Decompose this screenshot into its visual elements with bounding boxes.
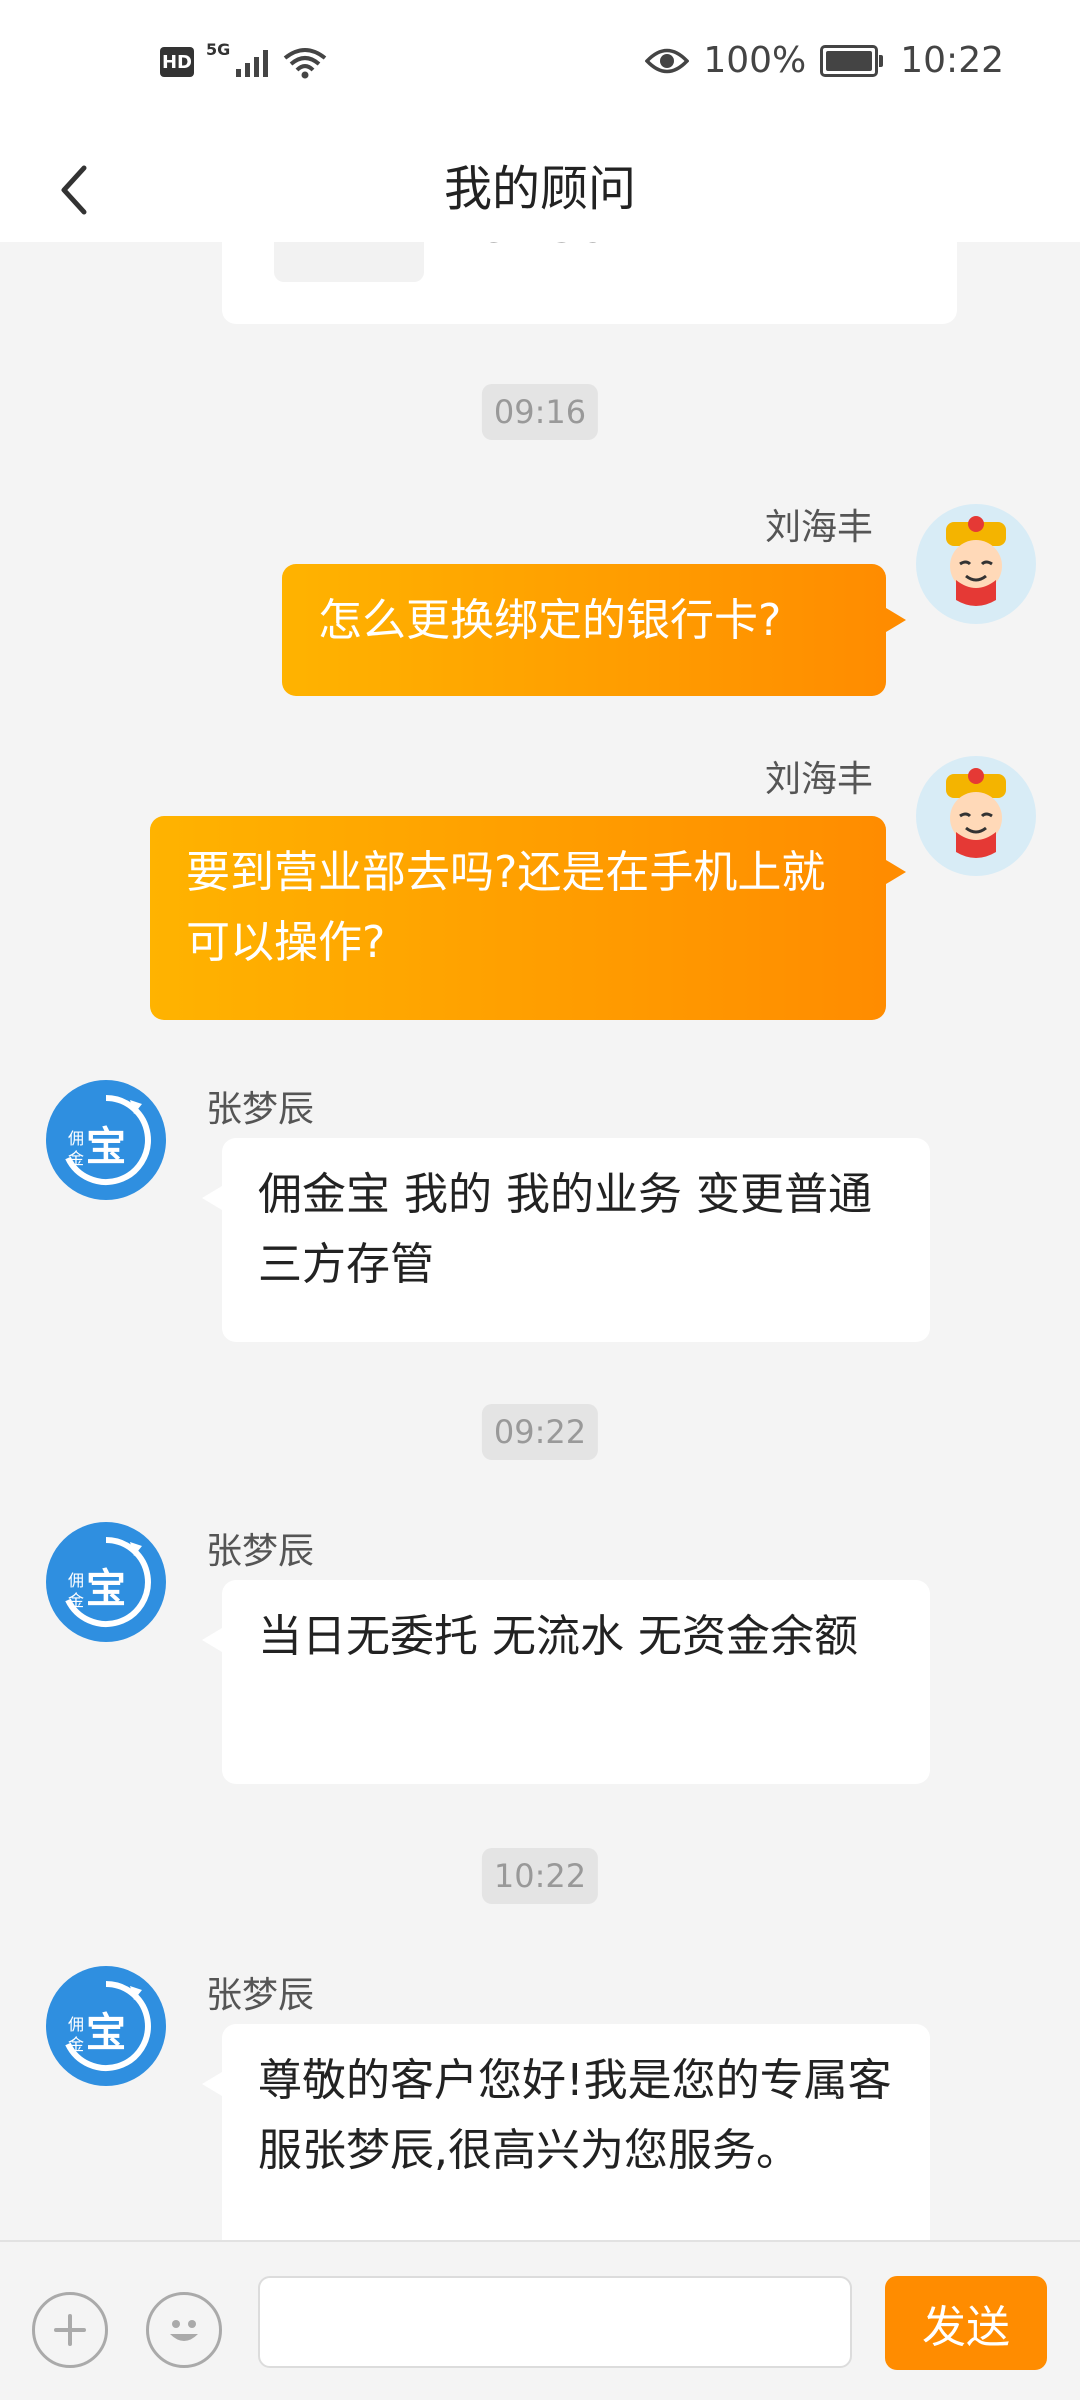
- timestamp: 10:22: [481, 1848, 599, 1904]
- status-right-group: 100% 10:22: [645, 40, 1004, 81]
- message-bubble-in[interactable]: 佣金宝 我的 我的业务 变更普通三方存管: [202, 1138, 930, 1342]
- file-thumbnail: [274, 242, 424, 282]
- sender-name: 张梦辰: [206, 1089, 315, 1130]
- signal-icon: [236, 47, 269, 77]
- advisor-avatar[interactable]: 佣 金 宝: [46, 1080, 166, 1200]
- clock: 10:22: [900, 40, 1004, 81]
- advisor-avatar[interactable]: 佣 金 宝: [46, 1966, 166, 2086]
- battery-icon: [820, 44, 884, 77]
- advisor-logo-icon: 佣 金 宝: [65, 1537, 151, 1627]
- chat-area[interactable]: 287.56KB 09:16 刘海丰 怎么更换绑定的银行卡? 刘海丰 要到营业部…: [0, 242, 1080, 2240]
- svg-text:宝: 宝: [86, 2010, 126, 2056]
- page-title: 我的顾问: [443, 161, 636, 217]
- sender-name: 张梦辰: [206, 1531, 315, 1572]
- advisor-logo-icon: 佣 金 宝: [65, 1095, 151, 1185]
- advisor-avatar[interactable]: 佣 金 宝: [46, 1522, 166, 1642]
- sender-name: 张梦辰: [206, 1975, 315, 2016]
- message-bubble-out[interactable]: 要到营业部去吗?还是在手机上就可以操作?: [150, 816, 906, 1020]
- message-bubble-in[interactable]: 当日无委托 无流水 无资金余额: [202, 1580, 930, 1784]
- file-size: 287.56KB: [452, 242, 665, 253]
- timestamp: 09:22: [481, 1404, 599, 1460]
- network-type: 5G: [206, 40, 231, 59]
- svg-text:金: 金: [68, 1149, 84, 1168]
- eye-icon: [645, 48, 690, 73]
- hd-icon: HD: [160, 47, 194, 77]
- battery-percent: 100%: [703, 40, 807, 81]
- emoji-button[interactable]: [146, 2292, 222, 2368]
- timestamp: 09:16: [481, 384, 599, 440]
- svg-text:宝: 宝: [86, 1124, 126, 1170]
- emoji-icon: [170, 2320, 198, 2341]
- nav-bar: 我的顾问: [0, 136, 1080, 242]
- message-input[interactable]: [258, 2276, 852, 2368]
- input-bar: 发送: [0, 2240, 1080, 2400]
- plus-button[interactable]: [32, 2292, 108, 2368]
- svg-text:佣: 佣: [68, 1129, 84, 1148]
- user-avatar[interactable]: [916, 504, 1036, 624]
- svg-text:宝: 宝: [86, 1566, 126, 1612]
- sender-name: 刘海丰: [764, 507, 873, 548]
- status-left-group: HD 5G: [160, 40, 330, 80]
- svg-text:佣: 佣: [68, 1571, 84, 1590]
- message-bubble-in[interactable]: 尊敬的客户您好!我是您的专属客服张梦辰,很高兴为您服务。: [202, 2024, 930, 2240]
- avatar-icon: [946, 516, 1006, 606]
- message-bubble-out[interactable]: 怎么更换绑定的银行卡?: [282, 564, 906, 696]
- sender-name: 刘海丰: [764, 759, 873, 800]
- wifi-icon: [284, 48, 327, 79]
- avatar-icon: [946, 768, 1006, 858]
- status-bar: HD 5G 100% 10:22: [0, 0, 1080, 136]
- user-avatar[interactable]: [916, 756, 1036, 876]
- svg-text:佣: 佣: [68, 2015, 84, 2034]
- advisor-logo-icon: 佣 金 宝: [65, 1981, 151, 2071]
- svg-text:金: 金: [68, 2035, 84, 2054]
- plus-icon: [54, 2314, 86, 2346]
- file-message-card[interactable]: 287.56KB: [222, 242, 957, 324]
- svg-text:金: 金: [68, 1591, 84, 1610]
- send-button[interactable]: 发送: [885, 2276, 1047, 2370]
